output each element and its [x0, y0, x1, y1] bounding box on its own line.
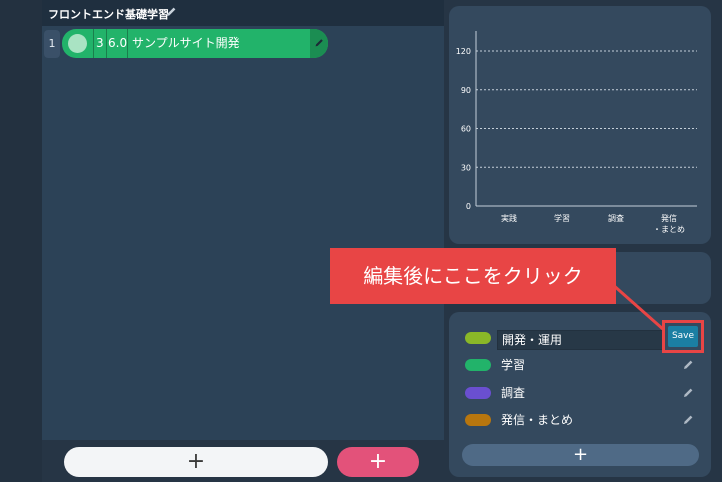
segment-divider [127, 29, 128, 58]
board-header: フロントエンド基礎学習 [42, 0, 444, 26]
x-tick-label: ・まとめ [653, 225, 685, 234]
y-tick-label: 30 [461, 163, 471, 172]
annotation-text: 編集後にここをクリック [363, 264, 583, 288]
task-count: 3 [96, 36, 104, 50]
category-label: 発信・まとめ [501, 413, 574, 427]
row-number: 1 [44, 30, 60, 58]
task-edit-button[interactable] [310, 29, 328, 58]
annotation-callout: 編集後にここをクリック [330, 248, 616, 304]
category-row: 学習 [449, 353, 711, 377]
y-tick-label: 0 [466, 202, 471, 211]
y-tick-label: 60 [461, 125, 471, 134]
category-label: 調査 [501, 386, 526, 400]
left-sidebar-strip [0, 0, 42, 482]
pencil-icon [315, 39, 323, 47]
task-name: サンプルサイト開発 [132, 36, 240, 50]
board-title: フロントエンド基礎学習 [48, 8, 169, 21]
pencil-icon[interactable] [681, 413, 695, 427]
save-button[interactable]: Save [668, 326, 698, 347]
add-category-button[interactable]: + [462, 444, 699, 466]
y-tick-label: 120 [456, 47, 471, 56]
category-color-pill[interactable] [465, 332, 491, 344]
x-tick-label: 調査 [608, 213, 624, 223]
task-toggle-circle[interactable] [68, 34, 87, 53]
segment-divider [93, 29, 94, 58]
category-color-pill[interactable] [465, 359, 491, 371]
x-tick-label: 実践 [501, 213, 517, 223]
category-row: 発信・まとめ [449, 408, 711, 432]
category-color-pill[interactable] [465, 414, 491, 426]
segment-divider [106, 29, 107, 58]
x-tick-label: 発信 [661, 213, 677, 223]
task-board: フロントエンド基礎学習 1 3 6.0 サンプルサイト開発 [42, 0, 444, 440]
task-hours: 6.0 [108, 36, 128, 50]
category-label: 学習 [501, 358, 526, 372]
pencil-icon[interactable] [681, 358, 695, 372]
category-panel: 開発・運用 Save 学習 調査 発信・まとめ + [449, 312, 711, 477]
category-bar-chart: 0 30 60 90 120 実践 学習 調査 発信・まとめ [456, 31, 697, 234]
add-task-button[interactable]: + [64, 447, 328, 477]
x-tick-label: 学習 [554, 213, 570, 223]
add-project-button[interactable]: + [337, 447, 419, 477]
category-name-input[interactable]: 開発・運用 [497, 330, 665, 350]
pencil-icon[interactable] [681, 386, 695, 400]
pencil-icon[interactable] [164, 5, 178, 19]
category-row: 調査 [449, 381, 711, 405]
y-tick-label: 90 [461, 86, 471, 95]
chart-panel: 0 30 60 90 120 実践 学習 調査 発信・まとめ [449, 6, 711, 244]
task-bar[interactable]: 3 6.0 サンプルサイト開発 [62, 29, 328, 58]
category-color-pill[interactable] [465, 387, 491, 399]
save-highlight-frame: Save [662, 320, 704, 353]
